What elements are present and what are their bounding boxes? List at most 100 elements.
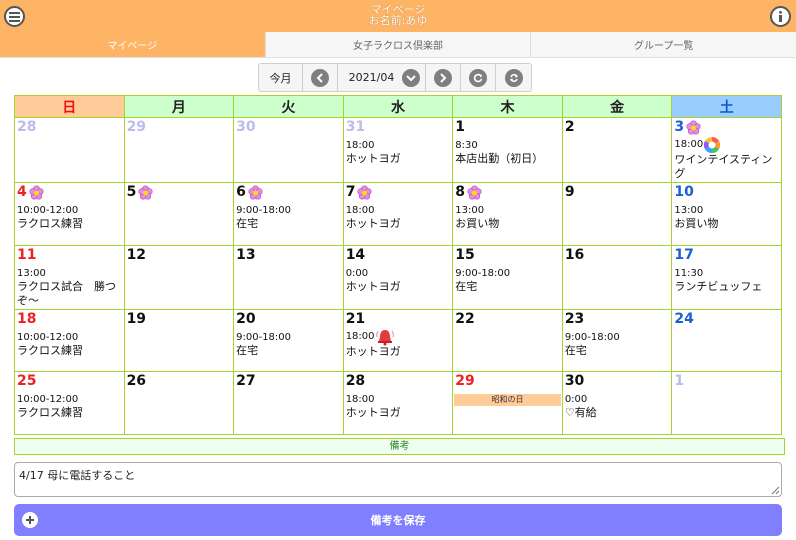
day-number: 19	[127, 311, 232, 327]
calendar-day-cell[interactable]: 3 18:00 ワインテイスティング	[671, 117, 782, 183]
event-title[interactable]: ラクロス練習	[17, 344, 122, 358]
notes-textarea[interactable]: 4/17 母に電話すること	[14, 462, 782, 497]
calendar-day-cell[interactable]: 17 11:30 ランチビュッフェ	[671, 244, 782, 310]
calendar-day-cell[interactable]: 14 0:00 ホットヨガ	[342, 244, 454, 310]
day-number: 27	[236, 373, 341, 389]
event-title[interactable]: ランチビュッフェ	[674, 280, 779, 294]
tab-group-list[interactable]: グループ一覧	[531, 32, 796, 57]
calendar-day-cell[interactable]: 30	[233, 117, 344, 183]
event-time-text: 10:00-12:00	[17, 331, 79, 343]
calendar-day-cell[interactable]: 6 9:00-18:00 在宅	[233, 182, 344, 246]
calendar-toolbar: 今月 2021/04	[258, 63, 532, 92]
event-title[interactable]: 在宅	[455, 280, 560, 294]
sync-icon	[504, 68, 523, 87]
calendar-day-cell[interactable]: 9	[561, 182, 673, 246]
calendar-day-cell[interactable]: 23 9:00-18:00 在宅	[561, 308, 673, 373]
event-title[interactable]: ラクロス練習	[17, 406, 122, 420]
month-select[interactable]: 2021/04	[338, 64, 426, 91]
calendar-day-cell[interactable]: 16	[561, 244, 673, 310]
event-title[interactable]: ラクロス試合 勝つぞ～	[17, 280, 122, 308]
event-title[interactable]: ホットヨガ	[346, 406, 451, 420]
weekday-mon: 月	[123, 95, 235, 118]
info-button[interactable]	[770, 6, 791, 27]
calendar-day-cell[interactable]: 28	[14, 117, 125, 183]
day-number-text: 17	[674, 246, 694, 263]
calendar-day-cell[interactable]: 29 昭和の日	[452, 371, 563, 435]
event-time: 10:00-12:00	[17, 332, 122, 344]
event-title[interactable]: ホットヨガ	[346, 217, 451, 231]
calendar-day-cell[interactable]: 31 18:00 ホットヨガ	[342, 117, 454, 183]
event-time-text: 18:00	[345, 140, 375, 151]
event-title[interactable]: ラクロス練習	[17, 217, 122, 231]
tab-lacrosse-club[interactable]: 女子ラクロス倶楽部	[265, 32, 532, 57]
flower-icon	[138, 184, 153, 200]
calendar-day-cell[interactable]: 1	[671, 371, 782, 435]
day-number-text: 5	[126, 184, 137, 200]
event-time-text: 9:00-18:00	[455, 267, 511, 279]
event-title[interactable]: お買い物	[674, 217, 779, 231]
day-number: 25	[17, 373, 122, 389]
calendar-day-cell[interactable]: 5	[123, 182, 235, 246]
day-number-text: 16	[564, 246, 585, 263]
weekday-header-row: 日 月 火 水 木 金 土	[14, 95, 782, 118]
calendar-day-cell[interactable]: 24	[671, 308, 782, 373]
calendar-day-cell[interactable]: 7 18:00 ホットヨガ	[342, 182, 454, 246]
this-month-button[interactable]: 今月	[259, 64, 303, 91]
day-number-text: 12	[126, 246, 147, 263]
flower-icon	[248, 184, 263, 200]
calendar-day-cell[interactable]: 20 9:00-18:00 在宅	[233, 308, 344, 373]
calendar-day-cell[interactable]: 21 18:00 ホットヨガ	[342, 308, 454, 373]
event-title[interactable]: 本店出勤（初日）	[455, 152, 560, 166]
event-title[interactable]: 在宅	[236, 217, 341, 231]
day-number-text: 28	[345, 373, 366, 390]
day-number-text: 22	[455, 310, 475, 327]
day-number: 8	[455, 184, 560, 200]
calendar-day-cell[interactable]: 15 9:00-18:00 在宅	[452, 244, 563, 310]
calendar-day-cell[interactable]: 25 10:00-12:00 ラクロス練習	[14, 371, 125, 435]
calendar-day-cell[interactable]: 22	[452, 308, 563, 373]
calendar-day-cell[interactable]: 11 13:00 ラクロス試合 勝つぞ～	[14, 244, 125, 310]
event-time: 11:30	[674, 268, 779, 280]
event-title[interactable]: 在宅	[565, 344, 670, 358]
calendar-day-cell[interactable]: 26	[123, 371, 235, 435]
event-title[interactable]: ワインテイスティング	[674, 153, 779, 181]
resize-handle-icon[interactable]	[770, 485, 780, 495]
calendar-day-cell[interactable]: 8 13:00 お買い物	[452, 182, 563, 246]
day-number-text: 29	[455, 373, 475, 390]
save-notes-button[interactable]: 備考を保存	[14, 504, 782, 536]
calendar-day-cell[interactable]: 28 18:00 ホットヨガ	[342, 371, 454, 435]
calendar-day-cell[interactable]: 1 8:30 本店出勤（初日）	[452, 117, 563, 183]
event-time-text: 13:00	[674, 205, 704, 216]
event-title[interactable]: ホットヨガ	[346, 345, 451, 359]
event-title[interactable]: お買い物	[455, 217, 560, 231]
day-number-text: 1	[455, 119, 465, 135]
day-number: 5	[127, 184, 232, 200]
calendar-day-cell[interactable]: 13	[233, 244, 344, 310]
calendar-day-cell[interactable]: 4 10:00-12:00 ラクロス練習	[14, 182, 125, 246]
flower-icon	[357, 184, 372, 200]
event-title[interactable]: ♡有給	[565, 406, 670, 420]
weekday-thu: 木	[452, 95, 563, 118]
event-title[interactable]: 在宅	[236, 344, 341, 358]
calendar-day-cell[interactable]: 10 13:00 お買い物	[671, 182, 782, 246]
event-title[interactable]: ホットヨガ	[346, 280, 451, 294]
refresh-button[interactable]	[461, 64, 496, 91]
month-value: 2021/04	[348, 71, 395, 84]
day-number-text: 15	[455, 246, 475, 263]
event-title[interactable]: ホットヨガ	[346, 152, 451, 166]
event-time: 10:00-12:00	[17, 205, 122, 217]
calendar-day-cell[interactable]: 30 0:00 ♡有給	[561, 371, 673, 435]
event-time: 9:00-18:00	[236, 205, 341, 217]
calendar-day-cell[interactable]: 27	[233, 371, 344, 435]
calendar-week-row: 28 29 30 31 18:00 ホットヨガ 1 8:30 本店出勤（初日） 2 3 18:00 ワイ…	[14, 117, 782, 183]
calendar-day-cell[interactable]: 29	[123, 117, 235, 183]
calendar-day-cell[interactable]: 12	[123, 244, 235, 310]
calendar-day-cell[interactable]: 18 10:00-12:00 ラクロス練習	[14, 308, 125, 373]
calendar-day-cell[interactable]: 19	[123, 308, 235, 373]
sync-button[interactable]	[496, 64, 531, 91]
day-number: 9	[565, 184, 670, 200]
tab-mypage[interactable]: マイページ	[0, 32, 266, 57]
calendar-day-cell[interactable]: 2	[561, 117, 673, 183]
next-month-button[interactable]	[426, 64, 461, 91]
prev-month-button[interactable]	[303, 64, 338, 91]
